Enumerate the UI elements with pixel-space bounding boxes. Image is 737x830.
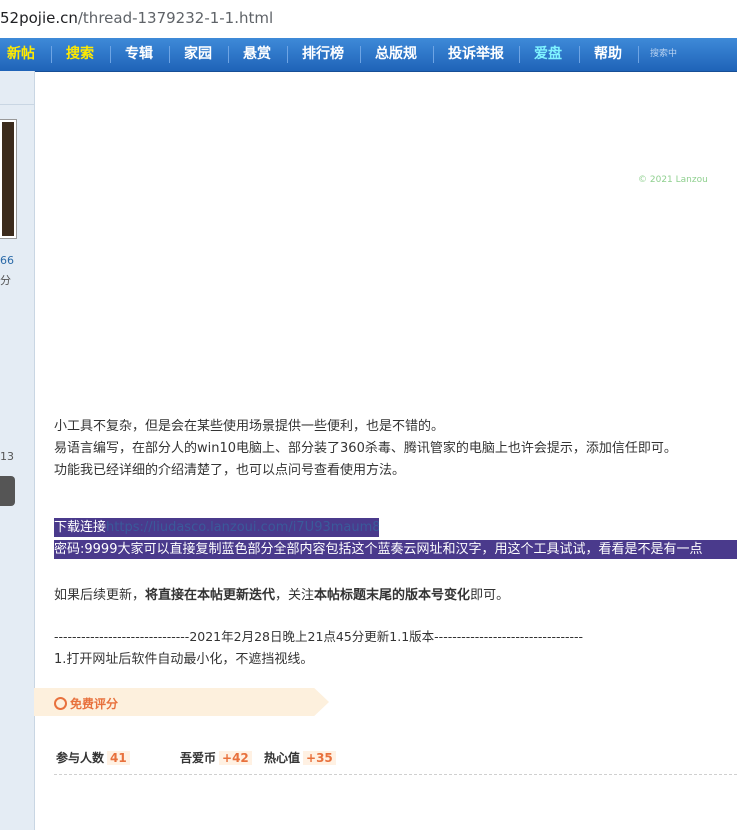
- update-note-mid: ，关注: [275, 588, 315, 603]
- password-text: 密码:9999大家可以直接复制蓝色部分全部内容包括这个蓝奏云网址和汉字，用这个工…: [54, 542, 703, 557]
- free-rating-link[interactable]: 免费评分: [70, 695, 118, 712]
- nav-separator: [169, 46, 170, 63]
- rating-heart: 热心值 +35: [264, 749, 336, 766]
- update-note-bold-1: 将直接在本帖更新迭代: [145, 588, 276, 603]
- nav-separator: [228, 46, 229, 63]
- url-path: /thread-1379232-1-1.html: [77, 9, 274, 27]
- nav-separator: [287, 46, 288, 63]
- rating-participants[interactable]: 参与人数 41: [56, 749, 130, 766]
- heart-total: +35: [303, 751, 336, 765]
- post-line-3: 功能我已经详细的介绍清楚了，也可以点问号查看使用方法。: [54, 463, 406, 478]
- nav-item-3[interactable]: 家园: [184, 38, 212, 71]
- nav-separator: [579, 46, 580, 63]
- nav-item-6[interactable]: 总版规: [375, 38, 417, 71]
- coin-total: +42: [219, 751, 252, 765]
- nav-separator: [638, 46, 639, 63]
- url-host: 52pojie.cn: [0, 9, 78, 27]
- nav-search-status: 搜索中: [650, 49, 678, 59]
- nav-item-8[interactable]: 爱盘: [534, 38, 562, 71]
- download-highlight: 下载连接https://liudasco.lanzoui.com/i7U93ma…: [54, 518, 379, 537]
- download-link[interactable]: https://liudasco.lanzoui.com/i7U93maum8h: [106, 520, 379, 535]
- nav-item-9[interactable]: 帮助: [594, 38, 622, 71]
- nav-item-5[interactable]: 排行榜: [302, 38, 344, 71]
- download-label: 下载连接: [54, 520, 107, 535]
- post-line-1: 小工具不复杂，但是会在某些使用场景提供一些便利，也是不错的。: [54, 419, 445, 434]
- nav-item-4[interactable]: 悬赏: [243, 38, 271, 71]
- participants-count: 41: [107, 751, 130, 765]
- nav-item-0[interactable]: 新帖: [7, 38, 35, 71]
- nav-separator: [519, 46, 520, 63]
- version-line: ------------------------------2021年2月28日…: [54, 629, 584, 644]
- rating-coin: 吾爱币 +42: [180, 749, 252, 766]
- heart-label: 热心值: [264, 751, 301, 765]
- sidebar-divider: [0, 104, 34, 105]
- avatar[interactable]: [0, 119, 17, 239]
- sidebar-stat-number[interactable]: 66: [0, 254, 14, 267]
- update-note-bold-2: 本帖标题末尾的版本号变化: [314, 588, 471, 603]
- coin-label: 吾爱币: [180, 751, 217, 765]
- sidebar-stat-unit: 分: [0, 274, 11, 287]
- participants-label: 参与人数: [56, 751, 105, 765]
- update-note-post: 即可。: [470, 588, 510, 603]
- address-bar[interactable]: 52pojie.cn/thread-1379232-1-1.html: [0, 0, 737, 39]
- nav-separator: [360, 46, 361, 63]
- update-note-pre: 如果后续更新，: [54, 588, 146, 603]
- nav-separator: [51, 46, 52, 63]
- password-highlight: 密码:9999大家可以直接复制蓝色部分全部内容包括这个蓝奏云网址和汉字，用这个工…: [54, 540, 737, 559]
- rating-divider: [54, 774, 737, 775]
- update-note: 如果后续更新，将直接在本帖更新迭代，关注本帖标题末尾的版本号变化即可。: [54, 584, 509, 603]
- nav-item-1[interactable]: 搜索: [66, 38, 94, 71]
- post-line-2: 易语言编写，在部分人的win10电脑上、部分装了360杀毒、腾讯管家的电脑上也许…: [54, 441, 677, 456]
- nav-separator: [433, 46, 434, 63]
- nav-item-7[interactable]: 投诉举报: [448, 38, 504, 71]
- nav-item-2[interactable]: 专辑: [125, 38, 153, 71]
- nav-separator: [110, 46, 111, 63]
- url-text[interactable]: 52pojie.cn/thread-1379232-1-1.html: [0, 9, 273, 27]
- sidebar-stat-number-2: 13: [0, 450, 14, 463]
- changelog-item-1: 1.打开网址后软件自动最小化，不遮挡视线。: [54, 652, 314, 667]
- embedded-copyright: © 2021 Lanzou: [638, 175, 708, 185]
- sidebar-button[interactable]: [0, 476, 15, 506]
- circle-icon: [54, 697, 67, 710]
